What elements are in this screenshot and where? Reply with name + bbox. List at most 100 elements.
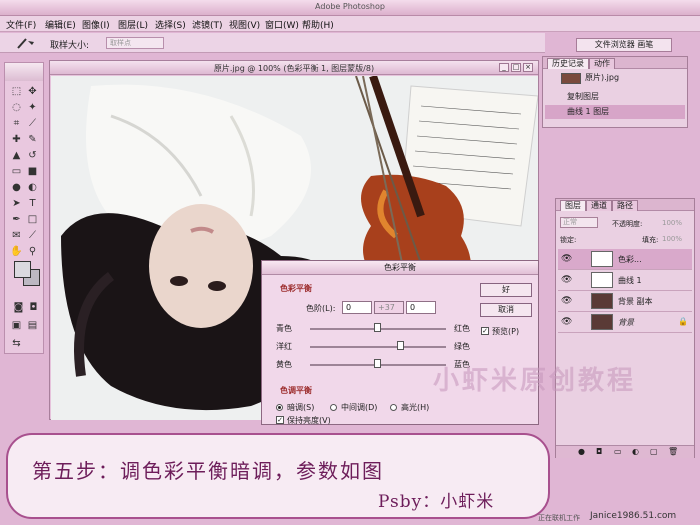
screen-mode-icon[interactable]: ▣ [9,319,24,332]
magenta-green-slider-thumb[interactable] [397,341,405,350]
gradient-tool-icon[interactable]: ■ [25,165,40,178]
midtones-radio[interactable] [330,404,337,411]
opacity-value[interactable]: 100% [662,219,682,227]
cyan-red-slider-thumb[interactable] [374,323,381,332]
tab-paths[interactable]: 路径 [612,200,638,211]
new-layer-icon[interactable]: ▢ [650,447,658,456]
zoom-tool-icon[interactable]: ⚲ [25,245,40,258]
menu-select[interactable]: 选择(S) [155,18,186,31]
healing-tool-icon[interactable]: ✚ [9,133,24,146]
menu-view[interactable]: 视图(V) [229,18,260,31]
foreground-color-swatch[interactable] [14,261,31,278]
close-icon[interactable]: × [523,63,533,72]
path-select-tool-icon[interactable]: ➤ [9,197,24,210]
sample-size-select[interactable]: 取样点 [106,37,164,49]
visibility-eye-icon[interactable]: 👁 [561,254,572,264]
color-balance-dialog: 色彩平衡 色彩平衡 色阶(L): 0 +37 0 青色 红色 洋红 绿色 黄色 … [261,260,539,425]
highlights-radio[interactable] [390,404,397,411]
history-item-label: 曲线 1 图层 [567,107,610,116]
history-panel: 历史记录 动作 原片).jpg 复制图层 曲线 1 图层 [542,56,688,128]
dodge-tool-icon[interactable]: ◐ [25,181,40,194]
level-yellow-blue-input[interactable]: 0 [406,301,436,314]
menu-help[interactable]: 帮助(H) [302,18,334,31]
photoshop-window: Adobe Photoshop 文件(F) 编辑(E) 图像(I) 图层(L) … [0,0,700,525]
history-brush-tool-icon[interactable]: ↺ [25,149,40,162]
tab-channels[interactable]: 通道 [586,200,612,211]
tab-history[interactable]: 历史记录 [547,58,589,69]
preserve-luminosity-checkbox[interactable]: ✓ [276,416,284,424]
eyedropper-tool-icon[interactable]: ⟋ [25,229,40,242]
cyan-label: 青色 [276,324,292,333]
shape-tool-icon[interactable]: □ [25,213,40,226]
magenta-label: 洋红 [276,342,292,351]
ok-button[interactable]: 好 [480,283,532,297]
file-browser-button[interactable]: 文件浏览器 画笔 [576,38,672,52]
crop-tool-icon[interactable]: ⌗ [9,117,24,130]
minimize-icon[interactable]: _ [499,63,509,72]
level-magenta-green-input[interactable]: +37 [374,301,404,314]
history-item[interactable]: 复制图层 [545,90,685,104]
magic-wand-tool-icon[interactable]: ✦ [25,101,40,114]
layer-name: 色彩... [618,255,642,264]
menu-edit[interactable]: 编辑(E) [45,18,76,31]
jump-to-imageready-icon[interactable]: ⇆ [9,337,24,350]
new-adjustment-icon[interactable]: ◐ [632,447,639,456]
layer-row-background[interactable]: 👁 背景 🔒 [558,312,692,333]
options-bar: 取样大小: 取样点 [0,33,545,53]
blend-mode-select[interactable]: 正常 [560,217,598,228]
yellow-label: 黄色 [276,360,292,369]
marquee-tool-icon[interactable]: ⬚ [9,85,24,98]
visibility-eye-icon[interactable]: 👁 [561,275,572,285]
history-snapshot[interactable]: 原片).jpg [545,71,685,85]
quick-mask-icon[interactable]: ◙ [11,301,26,314]
layer-thumbnail [591,314,613,330]
shadows-label: 暗调(S) [287,403,315,412]
red-label: 红色 [454,324,470,333]
fill-value[interactable]: 100% [662,235,682,243]
tab-layers[interactable]: 图层 [560,200,586,211]
tab-actions[interactable]: 动作 [589,58,615,69]
eyedropper-tool-icon[interactable] [14,36,36,50]
notes-tool-icon[interactable]: ✉ [9,229,24,242]
slice-tool-icon[interactable]: ⟋ [25,117,40,130]
add-mask-icon[interactable]: ◘ [596,447,602,456]
blur-tool-icon[interactable]: ● [9,181,24,194]
move-tool-icon[interactable]: ✥ [25,85,40,98]
stamp-tool-icon[interactable]: ▲ [9,149,24,162]
magenta-green-slider-track[interactable] [310,346,446,348]
lasso-tool-icon[interactable]: ◌ [9,101,24,114]
cancel-button[interactable]: 取消 [480,303,532,317]
layer-row-color-balance[interactable]: 👁 色彩... [558,249,692,270]
history-item-active[interactable]: 曲线 1 图层 [545,105,685,119]
yellow-blue-slider-thumb[interactable] [374,359,381,368]
preserve-luminosity-label: 保持亮度(V) [287,416,331,425]
visibility-eye-icon[interactable]: 👁 [561,296,572,306]
trash-icon[interactable]: 🗑 [668,447,678,456]
sample-size-label: 取样大小: [50,41,90,51]
menu-filter[interactable]: 滤镜(T) [192,18,223,31]
new-set-icon[interactable]: ▭ [614,447,622,456]
layer-name: 曲线 1 [618,276,642,285]
pen-tool-icon[interactable]: ✒ [9,213,24,226]
layer-style-icon[interactable]: ● [578,447,585,456]
shadows-radio[interactable] [276,404,283,411]
menu-image[interactable]: 图像(I) [82,18,110,31]
visibility-eye-icon[interactable]: 👁 [561,317,572,327]
menu-window[interactable]: 窗口(W) [265,18,299,31]
fullscreen-mode-icon[interactable]: ▤ [25,319,40,332]
layer-row-background-copy[interactable]: 👁 背景 副本 [558,291,692,312]
type-tool-icon[interactable]: T [25,197,40,210]
standard-mode-icon[interactable]: ◘ [26,301,41,314]
menu-layer[interactable]: 图层(L) [118,18,148,31]
site-url: Janice1986.51.com [590,511,677,521]
maximize-icon[interactable]: □ [511,63,521,72]
brush-tool-icon[interactable]: ✎ [25,133,40,146]
layer-row-curves[interactable]: 👁 曲线 1 [558,270,692,291]
preview-checkbox[interactable]: ✓ [481,327,489,335]
menu-file[interactable]: 文件(F) [6,18,36,31]
layer-name: 背景 副本 [618,297,653,306]
hand-tool-icon[interactable]: ✋ [9,245,24,258]
level-cyan-red-input[interactable]: 0 [342,301,372,314]
eraser-tool-icon[interactable]: ▭ [9,165,24,178]
layers-panel-tabs: 图层 通道 路径 [556,199,694,211]
